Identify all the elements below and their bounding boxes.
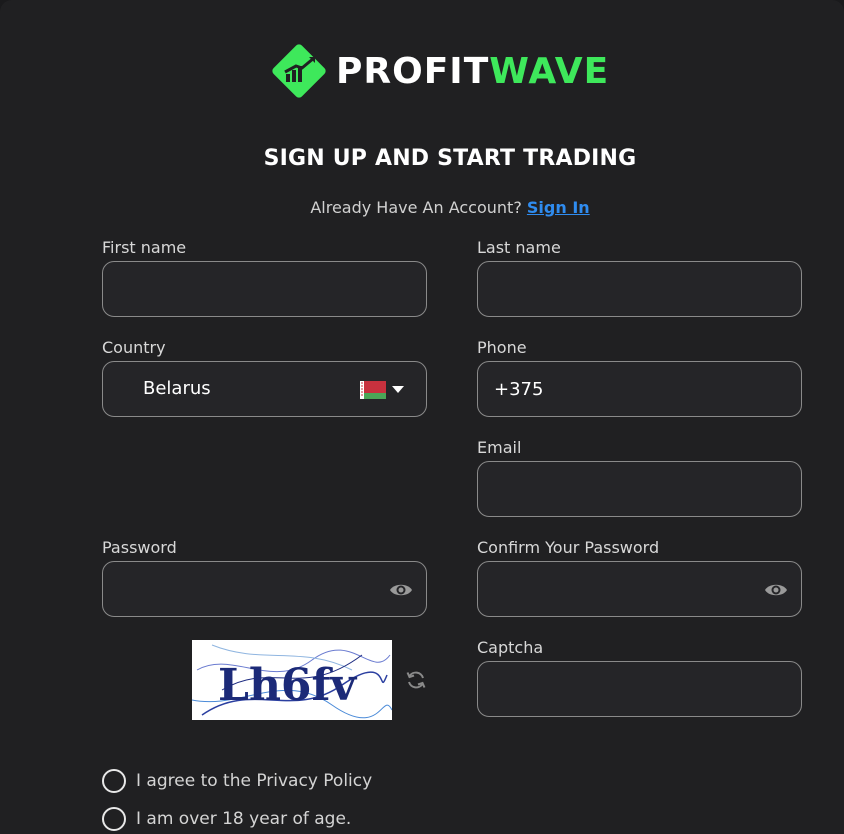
first-name-input[interactable] xyxy=(119,278,410,300)
captcha-image: Lh6fv xyxy=(192,640,392,720)
belarus-flag-icon xyxy=(360,381,386,399)
sign-in-prompt: Already Have An Account? Sign In xyxy=(0,198,844,217)
privacy-checkbox-label: I agree to the Privacy Policy xyxy=(136,771,373,791)
captcha-text: Lh6fv xyxy=(218,660,357,711)
privacy-checkbox[interactable] xyxy=(102,769,126,793)
sign-in-link[interactable]: Sign In xyxy=(527,198,590,217)
email-input[interactable] xyxy=(494,478,785,500)
profitwave-logo-icon xyxy=(272,44,326,98)
password-field[interactable] xyxy=(102,561,427,617)
confirm-password-field[interactable] xyxy=(477,561,802,617)
password-label: Password xyxy=(102,538,177,557)
brand-name: PROFITWAVE xyxy=(336,51,609,92)
signup-panel: PROFITWAVE SIGN UP AND START TRADING Alr… xyxy=(0,0,844,834)
chevron-down-icon[interactable] xyxy=(392,386,404,393)
brand-logo: PROFITWAVE xyxy=(268,40,609,102)
confirm-password-label: Confirm Your Password xyxy=(477,538,660,557)
age-checkbox-row[interactable]: I am over 18 year of age. xyxy=(102,807,351,831)
captcha-field[interactable] xyxy=(477,661,802,717)
page-title: SIGN UP AND START TRADING xyxy=(263,146,637,171)
captcha-noise: Lh6fv xyxy=(192,644,392,719)
age-checkbox-label: I am over 18 year of age. xyxy=(136,809,352,829)
confirm-password-input[interactable] xyxy=(494,578,785,600)
refresh-icon[interactable] xyxy=(404,668,428,692)
phone-label: Phone xyxy=(477,338,527,357)
phone-field[interactable] xyxy=(477,361,802,417)
eye-icon[interactable] xyxy=(388,577,414,603)
age-checkbox[interactable] xyxy=(102,807,126,831)
password-input[interactable] xyxy=(119,578,410,600)
last-name-input[interactable] xyxy=(494,278,785,300)
sign-in-prompt-text: Already Have An Account? xyxy=(310,198,522,217)
country-value: Belarus xyxy=(143,378,211,399)
email-field[interactable] xyxy=(477,461,802,517)
brand-name-part1: PROFIT xyxy=(336,50,490,92)
privacy-checkbox-row[interactable]: I agree to the Privacy Policy xyxy=(102,769,372,793)
first-name-field[interactable] xyxy=(102,261,427,317)
last-name-field[interactable] xyxy=(477,261,802,317)
country-label: Country xyxy=(102,338,166,357)
eye-icon[interactable] xyxy=(763,577,789,603)
phone-input[interactable] xyxy=(494,378,785,400)
brand-name-part2: WAVE xyxy=(489,50,610,92)
captcha-input[interactable] xyxy=(494,678,785,700)
email-label: Email xyxy=(477,438,522,457)
first-name-label: First name xyxy=(102,238,187,257)
country-select[interactable]: Belarus xyxy=(102,361,427,417)
captcha-label: Captcha xyxy=(477,638,544,657)
last-name-label: Last name xyxy=(477,238,561,257)
